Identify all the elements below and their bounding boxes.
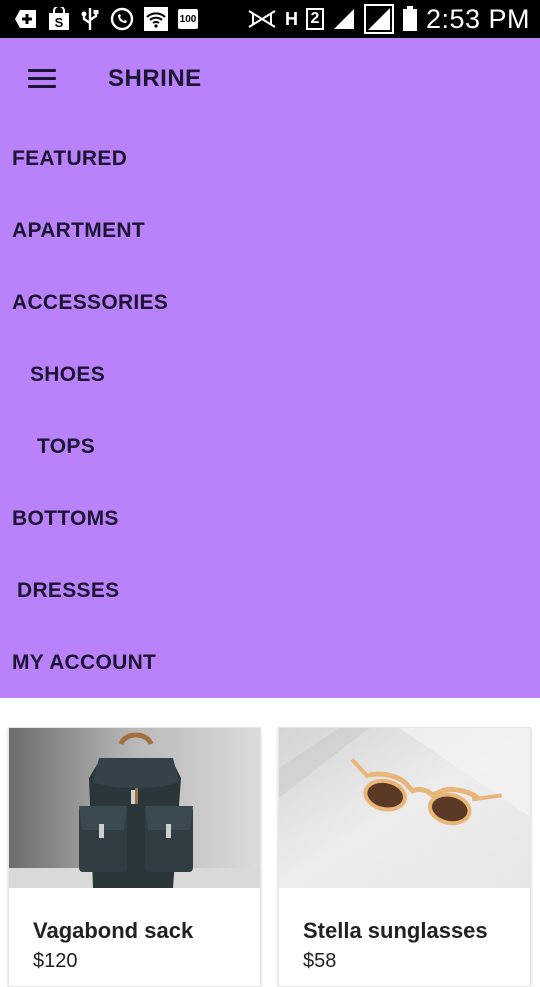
svg-text:S: S — [55, 15, 64, 30]
whatsapp-icon — [110, 7, 134, 31]
vibrate-icon — [247, 7, 277, 31]
signal-icon — [363, 4, 394, 34]
sim-2-icon: 2 — [305, 7, 324, 31]
product-name: Stella sunglasses — [303, 918, 488, 943]
shopping-bag-icon: S — [48, 7, 70, 31]
status-time: 2:53 PM — [425, 3, 530, 34]
menu-item-featured[interactable]: FEATURED — [12, 147, 127, 171]
wifi-icon — [144, 7, 168, 31]
battery-saver-icon: 100 — [178, 7, 198, 31]
menu-item-bottoms[interactable]: BOTTOMS — [12, 507, 119, 531]
product-name: Vagabond sack — [33, 918, 194, 943]
product-price: $58 — [303, 950, 337, 972]
menu-item-accessories[interactable]: ACCESSORIES — [12, 291, 168, 315]
menu-item-dresses[interactable]: DRESSES — [17, 579, 119, 603]
menu-item-tops[interactable]: TOPS — [37, 435, 95, 459]
app-title: SHRINE — [108, 65, 202, 92]
menu-item-my-account[interactable]: MY ACCOUNT — [12, 651, 156, 675]
backpack-image — [9, 728, 260, 888]
app-bar: SHRINE — [0, 38, 540, 124]
product-card[interactable]: Stella sunglasses $58 — [278, 727, 531, 987]
product-price: $120 — [33, 950, 78, 972]
battery-icon — [402, 6, 418, 31]
signal-icon — [332, 7, 356, 31]
menu-item-shoes[interactable]: SHOES — [30, 363, 105, 387]
menu-icon[interactable] — [28, 69, 56, 91]
usb-icon — [80, 7, 100, 31]
status-bar: S 100 H 2 2:53 PM — [0, 0, 540, 38]
add-box-icon — [14, 7, 38, 31]
backdrop-menu: SHRINE FEATURED APARTMENT ACCESSORIES SH… — [0, 38, 540, 698]
menu-item-apartment[interactable]: APARTMENT — [12, 219, 145, 243]
product-card[interactable]: Vagabond sack $120 — [8, 727, 261, 987]
sunglasses-image — [279, 728, 530, 888]
network-h-icon: H — [284, 8, 298, 29]
